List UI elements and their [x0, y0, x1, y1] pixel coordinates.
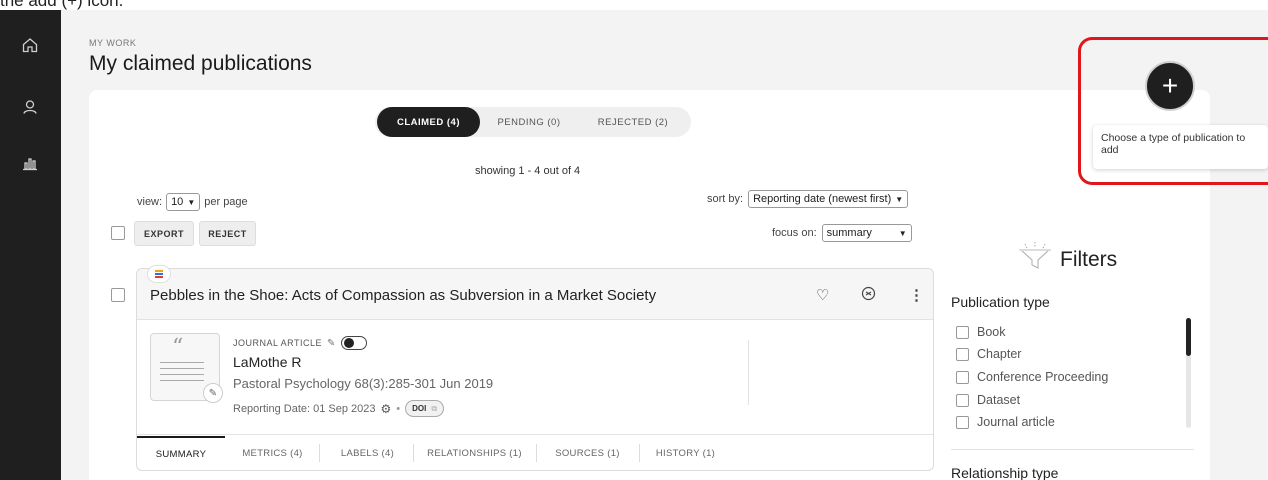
- tab-relationships[interactable]: RELATIONSHIPS (1): [417, 436, 532, 470]
- filters-title: Filters: [1060, 248, 1118, 271]
- publication-type-row: JOURNAL ARTICLE ✎: [233, 336, 367, 350]
- checkbox[interactable]: [956, 393, 969, 407]
- focus-select[interactable]: summary ▼: [821, 224, 912, 242]
- publication-checkbox[interactable]: [111, 288, 125, 302]
- document-lines-icon: [160, 362, 204, 386]
- view-per-page: view: 10 ▼ per page: [137, 193, 248, 211]
- more-options-icon[interactable]: ⋮: [909, 286, 924, 304]
- tab-sources[interactable]: SOURCES (1): [540, 436, 635, 470]
- per-page-value: 10: [171, 196, 184, 208]
- altmetric-icon[interactable]: [147, 265, 171, 283]
- tab-separator: [536, 444, 537, 462]
- publication-author[interactable]: LaMothe R: [233, 354, 301, 370]
- checkbox[interactable]: [956, 347, 969, 361]
- quote-icon: “: [172, 335, 184, 360]
- doi-label: DOI: [412, 404, 427, 413]
- divider: [748, 340, 749, 405]
- edit-thumbnail-icon[interactable]: ✎: [203, 383, 223, 403]
- page-title: My claimed publications: [89, 52, 312, 75]
- per-page-label: per page: [204, 196, 248, 208]
- filter-label: Dataset: [977, 393, 1021, 407]
- chevron-down-icon: ▼: [187, 197, 196, 207]
- checkbox[interactable]: [956, 415, 969, 429]
- filter-label: Journal article: [977, 415, 1055, 429]
- publication-type-filter-title: Publication type: [951, 294, 1050, 310]
- focus-label: focus on:: [772, 227, 817, 239]
- checkbox[interactable]: [956, 325, 969, 339]
- publication-source: Pastoral Psychology 68(3):285-301 Jun 20…: [233, 376, 494, 391]
- tab-metrics[interactable]: METRICS (4): [230, 436, 315, 470]
- filter-label: Book: [977, 325, 1006, 339]
- tab-claimed[interactable]: CLAIMED (4): [377, 107, 480, 137]
- reject-button[interactable]: REJECT: [199, 221, 256, 246]
- settings-icon[interactable]: ⚙: [381, 402, 392, 416]
- select-all-checkbox[interactable]: [111, 226, 125, 240]
- filter-option-book[interactable]: Book: [956, 325, 1006, 339]
- chevron-down-icon: ▼: [895, 194, 904, 204]
- results-count: showing 1 - 4 out of 4: [475, 165, 581, 177]
- heart-icon[interactable]: ♡: [816, 286, 829, 304]
- filter-funnel-icon: [1015, 240, 1055, 270]
- home-icon[interactable]: [20, 35, 40, 55]
- tab-rejected[interactable]: REJECTED (2): [584, 107, 682, 137]
- sort-select[interactable]: Reporting date (newest first) ▼: [748, 190, 909, 208]
- sort-label: sort by:: [707, 193, 744, 205]
- tab-labels[interactable]: LABELS (4): [325, 436, 410, 470]
- export-button[interactable]: EXPORT: [134, 221, 194, 246]
- filter-label: Conference Proceeding: [977, 370, 1109, 384]
- breadcrumb: MY WORK: [89, 38, 137, 48]
- filter-option-dataset[interactable]: Dataset: [956, 393, 1020, 407]
- sort-value: Reporting date (newest first): [753, 193, 892, 205]
- filter-option-chapter[interactable]: Chapter: [956, 347, 1021, 361]
- copy-icon[interactable]: ⧉: [431, 404, 437, 414]
- filter-option-conference-proceeding[interactable]: Conference Proceeding: [956, 370, 1108, 384]
- tab-history[interactable]: HISTORY (1): [643, 436, 728, 470]
- relationship-type-filter-title: Relationship type: [951, 465, 1059, 480]
- tabs-divider: [137, 434, 933, 435]
- tab-pending[interactable]: PENDING (0): [484, 107, 574, 137]
- tab-summary[interactable]: SUMMARY: [137, 436, 225, 470]
- sort-control: sort by: Reporting date (newest first) ▼: [707, 190, 909, 208]
- per-page-select[interactable]: 10 ▼: [166, 193, 201, 211]
- pencil-icon[interactable]: ✎: [327, 338, 336, 349]
- reporting-date: Reporting Date: 01 Sep 2023: [233, 402, 376, 415]
- publication-title[interactable]: Pebbles in the Shoe: Acts of Compassion …: [150, 287, 656, 304]
- filter-divider: [951, 449, 1194, 450]
- tab-separator: [413, 444, 414, 462]
- reporting-date-row: Reporting Date: 01 Sep 2023 ⚙ • DOI ⧉: [233, 400, 445, 417]
- visibility-toggle[interactable]: [340, 336, 367, 350]
- filter-scrollbar-thumb[interactable]: [1186, 318, 1191, 356]
- doi-badge[interactable]: DOI ⧉: [405, 400, 445, 417]
- tab-separator: [319, 444, 320, 462]
- focus-value: summary: [826, 227, 872, 239]
- focus-control: focus on: summary ▼: [772, 224, 912, 242]
- filter-label: Chapter: [977, 347, 1022, 361]
- publication-type: JOURNAL ARTICLE: [233, 338, 323, 348]
- bar-chart-icon[interactable]: [20, 153, 40, 173]
- tab-separator: [639, 444, 640, 462]
- bullet-separator: •: [396, 402, 401, 415]
- user-icon[interactable]: [20, 97, 40, 117]
- checkbox[interactable]: [956, 370, 969, 384]
- filter-option-journal-article[interactable]: Journal article: [956, 415, 1055, 429]
- view-label: view:: [137, 196, 163, 208]
- highlight-box: [1078, 37, 1268, 185]
- chevron-down-icon: ▼: [898, 228, 907, 238]
- sidebar: [0, 10, 61, 480]
- open-access-icon[interactable]: [861, 286, 876, 305]
